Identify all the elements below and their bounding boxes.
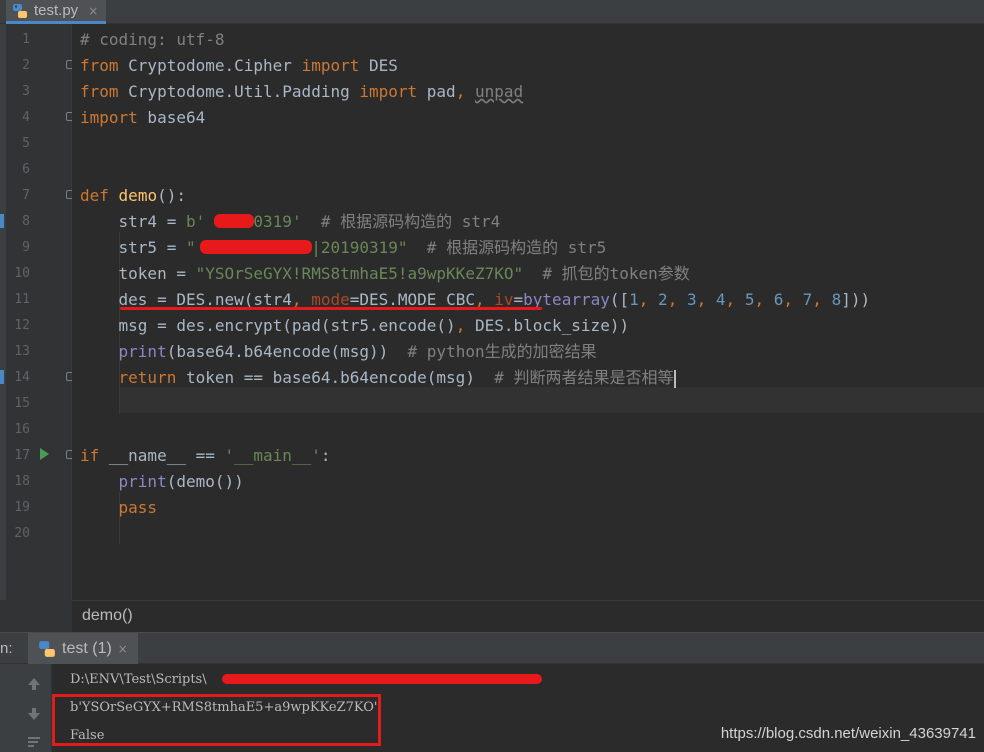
tab-test-py[interactable]: test.py × (6, 0, 107, 24)
line-number: 7 (22, 188, 30, 203)
code-line: # coding: utf-8 (80, 30, 225, 49)
red-underline-annotation (120, 307, 542, 310)
code-line: print(demo()) (118, 472, 244, 491)
line-number: 9 (22, 240, 30, 255)
line-number: 4 (22, 110, 30, 125)
code-line: msg = des.encrypt(pad(str5.encode(), DES… (80, 316, 630, 335)
line-number: 8 (22, 214, 30, 229)
breadcrumb-item-demo[interactable]: demo() (82, 607, 133, 625)
run-tab-close-icon[interactable]: × (118, 642, 128, 656)
soft-wrap-icon[interactable] (24, 732, 44, 752)
breadcrumb-gutter (0, 600, 72, 632)
code-line: token = "YSOrSeGYX!RMS8tmhaE5!a9wpKKeZ7K… (80, 264, 690, 283)
editor-tab-bar: test.py × (0, 0, 984, 24)
redaction-mark (214, 214, 254, 228)
code-line: import base64 (80, 108, 206, 127)
line-number: 10 (14, 266, 30, 281)
code-line: print(base64.b64encode(msg)) # python生成的… (118, 342, 597, 361)
tab-close-icon[interactable]: × (88, 4, 98, 18)
breadcrumb[interactable]: demo() (72, 600, 984, 632)
line-number: 2 (22, 58, 30, 73)
line-number-gutter: 1 2 3 4 5 6 7 8 9 10 11 12 13 14 15 16 17 18 19 20 (0, 24, 75, 600)
python-file-icon (13, 3, 27, 18)
code-line: def demo(): (80, 186, 186, 205)
line-number: 3 (22, 84, 30, 99)
line-number: 5 (22, 136, 30, 151)
line-number: 12 (14, 318, 30, 333)
text-caret (673, 369, 676, 388)
code-line: str4 = b' 0319' # 根据源码构造的 str4 (80, 212, 501, 231)
run-tab-test-1[interactable]: test (1) × (28, 633, 138, 665)
line-number: 6 (22, 162, 30, 177)
scroll-up-icon[interactable] (24, 674, 44, 694)
line-number: 18 (14, 474, 30, 489)
change-marker (0, 370, 4, 384)
python-run-icon (39, 641, 55, 657)
console-output-bool: False (70, 728, 105, 743)
code-line: return token == base64.b64encode(msg) # … (118, 368, 676, 388)
run-gutter-icon[interactable] (40, 448, 49, 460)
change-marker (0, 214, 4, 228)
code-line: pass (118, 498, 158, 517)
line-number: 13 (14, 344, 30, 359)
redaction-mark (222, 674, 542, 684)
run-label: n: (0, 640, 13, 657)
line-number: 20 (14, 526, 30, 541)
run-tab-label: test (1) (62, 640, 112, 657)
console-command-line: D:\ENV\Test\Scripts\ (70, 672, 207, 687)
code-line: str5 = " |20190319" # 根据源码构造的 str5 (80, 238, 607, 257)
line-number: 1 (22, 32, 30, 47)
code-line: from Cryptodome.Util.Padding import pad,… (80, 82, 524, 101)
line-number: 17 (14, 448, 30, 463)
code-editor[interactable]: # coding: utf-8 from Cryptodome.Cipher im… (72, 24, 984, 600)
line-number: 15 (14, 396, 30, 411)
watermark: https://blog.csdn.net/weixin_43639741 (720, 725, 976, 742)
run-toolbar (0, 664, 52, 752)
tab-label: test.py (34, 2, 79, 19)
line-number: 19 (14, 500, 30, 515)
line-number: 14 (14, 370, 30, 385)
redaction-mark (200, 240, 312, 254)
line-number: 11 (14, 292, 30, 307)
line-number: 16 (14, 422, 30, 437)
run-tool-window-header: n: test (1) × (0, 632, 984, 665)
console-output-bytes: b'YSOrSeGYX+RMS8tmhaE5+a9wpKKeZ7KO' (70, 700, 378, 715)
left-tool-strip (0, 24, 6, 632)
code-line: from Cryptodome.Cipher import DES (80, 56, 398, 75)
run-console[interactable]: D:\ENV\Test\Scripts\ b'YSOrSeGYX+RMS8tmh… (52, 664, 984, 752)
scroll-down-icon[interactable] (24, 704, 44, 724)
code-line: if __name__ == '__main__': (80, 446, 331, 465)
